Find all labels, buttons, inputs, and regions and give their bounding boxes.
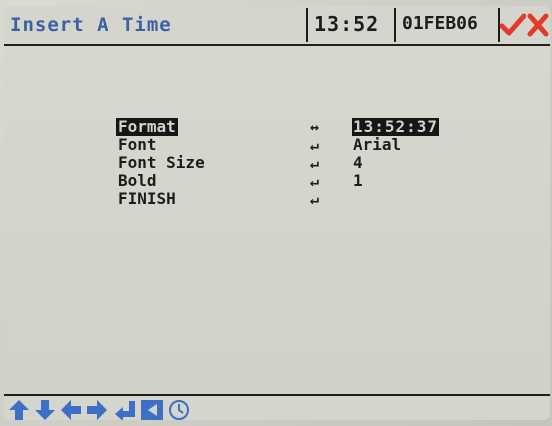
arrow-right-icon — [87, 400, 107, 420]
settings-menu: Format ↔ 13:52:37 Font ↵ Arial Font Size… — [116, 118, 516, 208]
up-button[interactable] — [8, 399, 30, 420]
header-divider — [306, 8, 308, 42]
check-icon — [500, 13, 526, 36]
lcd-screen: Insert A Time 13:52 01FEB06 Format ↔ 13:… — [4, 6, 550, 420]
close-icon — [527, 13, 549, 37]
menu-item-label: Bold — [118, 171, 157, 190]
enter-arrow-icon: ↵ — [310, 190, 320, 208]
menu-item-value: 4 — [353, 153, 363, 172]
menu-item-value: 1 — [353, 171, 363, 190]
right-button[interactable] — [86, 399, 108, 420]
clock-button[interactable] — [168, 399, 190, 420]
menu-item-font[interactable]: Font ↵ Arial — [116, 135, 516, 155]
enter-arrow-icon: ↵ — [310, 136, 320, 154]
menu-item-value: 13:52:37 — [352, 117, 440, 136]
enter-icon — [115, 401, 135, 420]
down-button[interactable] — [34, 399, 56, 420]
left-button[interactable] — [60, 399, 82, 420]
horizontal-arrows-icon: ↔ — [310, 118, 320, 136]
cancel-button[interactable] — [526, 7, 550, 43]
clock-display: 13:52 — [314, 12, 380, 36]
menu-item-font-size[interactable]: Font Size ↵ 4 — [116, 153, 516, 173]
arrow-up-icon — [9, 400, 29, 420]
date-display: 01FEB06 — [402, 13, 478, 34]
clock-icon — [169, 400, 189, 420]
arrow-down-icon — [35, 400, 55, 420]
menu-item-format[interactable]: Format ↔ 13:52:37 — [116, 118, 516, 136]
menu-item-bold[interactable]: Bold ↵ 1 — [116, 171, 516, 191]
arrow-left-icon — [61, 400, 81, 420]
enter-button[interactable] — [114, 399, 136, 420]
enter-arrow-icon: ↵ — [310, 154, 320, 172]
main-panel: Format ↔ 13:52:37 Font ↵ Arial Font Size… — [4, 46, 550, 394]
menu-item-finish[interactable]: FINISH ↵ — [116, 189, 516, 209]
header-bar: Insert A Time 13:52 01FEB06 — [4, 6, 550, 46]
navigation-toolbar — [4, 394, 550, 420]
menu-item-label: Font Size — [118, 153, 205, 172]
menu-item-label: FINISH — [118, 189, 176, 208]
back-icon — [141, 400, 163, 420]
menu-item-label: Font — [118, 135, 157, 154]
menu-item-value: Arial — [353, 135, 402, 154]
back-button[interactable] — [140, 399, 163, 420]
header-divider — [394, 8, 396, 42]
menu-item-label: Format — [116, 117, 178, 136]
confirm-button[interactable] — [500, 7, 526, 43]
enter-arrow-icon: ↵ — [310, 172, 320, 190]
page-title: Insert A Time — [10, 14, 172, 36]
